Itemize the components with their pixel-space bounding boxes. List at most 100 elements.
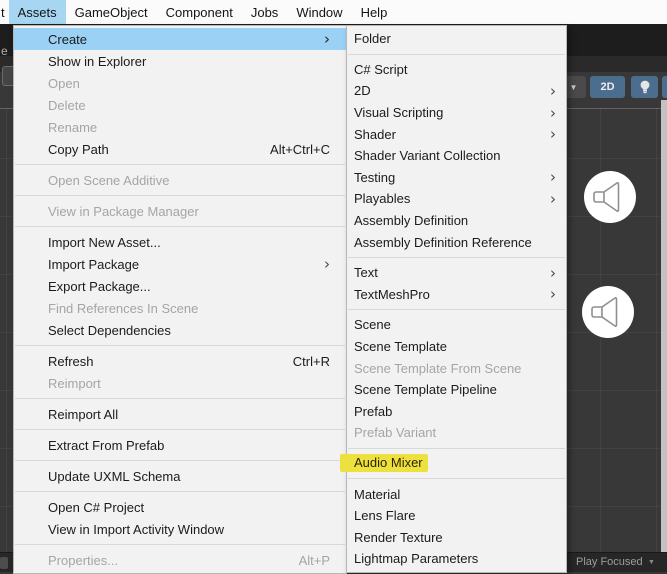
chevron-down-icon: ▼ [569, 82, 578, 92]
chevron-down-icon[interactable]: ▼ [648, 559, 655, 566]
menubar-item-window[interactable]: Window [287, 0, 351, 24]
menu-item-shortcut: Alt+Ctrl+C [270, 141, 330, 157]
menu-item-label: Select Dependencies [48, 322, 171, 338]
background-partial-text: e [1, 44, 8, 58]
menu-separator [348, 309, 565, 311]
menu-item-shader-variant-collection[interactable]: Shader Variant Collection [347, 145, 566, 167]
menu-item-prefab-variant[interactable]: Prefab Variant [347, 422, 566, 444]
menu-item-2d[interactable]: 2D › [347, 80, 566, 102]
menu-item-delete[interactable]: Delete [14, 94, 346, 116]
menu-item-label: Material [354, 486, 401, 502]
menu-item-label: Lens Flare [354, 508, 416, 524]
menubar-item-component[interactable]: Component [157, 0, 242, 24]
lighting-toggle-button[interactable] [631, 76, 658, 98]
scene-scrollbar[interactable] [661, 100, 667, 553]
menubar: t Assets GameObject Component Jobs Window Help [0, 0, 667, 24]
audio-source-gizmo[interactable] [581, 285, 635, 339]
menu-item-reimport[interactable]: Reimport [14, 372, 346, 394]
menu-separator [15, 226, 345, 227]
menu-item-label: Prefab [354, 403, 393, 419]
scene-grid-line [6, 108, 7, 553]
menu-item-material[interactable]: Material [347, 483, 566, 505]
menu-item-label: Visual Scripting [354, 105, 444, 121]
menu-item-copy-path[interactable]: Copy Path Alt+Ctrl+C [14, 138, 346, 160]
menu-item-create[interactable]: Create › [14, 28, 346, 50]
menu-item-lens-flare[interactable]: Lens Flare [347, 505, 566, 527]
menu-item-label: Refresh [48, 353, 94, 369]
menubar-item-gameobject[interactable]: GameObject [66, 0, 157, 24]
menu-item-label: Prefab Variant [354, 425, 437, 441]
submenu-arrow-icon: › [550, 189, 556, 208]
menu-item-label: Open Scene Additive [48, 172, 170, 188]
menu-item-text[interactable]: Text › [347, 262, 566, 284]
menu-item-scene[interactable]: Scene [347, 314, 566, 336]
submenu-arrow-icon: › [324, 30, 330, 48]
menubar-item-jobs[interactable]: Jobs [242, 0, 287, 24]
menu-item-label: C# Script [354, 61, 408, 77]
submenu-arrow-icon: › [550, 168, 556, 187]
menu-item-update-uxml-schema[interactable]: Update UXML Schema [14, 465, 346, 487]
menu-item-assembly-definition[interactable]: Assembly Definition [347, 210, 566, 232]
menu-item-show-in-explorer[interactable]: Show in Explorer [14, 50, 346, 72]
menu-item-find-references-in-scene[interactable]: Find References In Scene [14, 297, 346, 319]
menu-item-assembly-definition-reference[interactable]: Assembly Definition Reference [347, 231, 566, 253]
audio-toggle-button-partial[interactable] [662, 76, 667, 98]
menu-item-rename[interactable]: Rename [14, 116, 346, 138]
menu-item-import-package[interactable]: Import Package › [14, 253, 346, 275]
menu-item-scene-template[interactable]: Scene Template [347, 336, 566, 358]
menu-item-open[interactable]: Open [14, 72, 346, 94]
menu-item-view-in-package-manager[interactable]: View in Package Manager [14, 200, 346, 222]
menu-item-c-script[interactable]: C# Script [347, 59, 566, 81]
submenu-arrow-icon: › [550, 285, 556, 304]
menu-item-lightmap-parameters[interactable]: Lightmap Parameters [347, 548, 566, 570]
menu-item-open-c-project[interactable]: Open C# Project [14, 496, 346, 518]
menu-item-extract-from-prefab[interactable]: Extract From Prefab [14, 434, 346, 456]
menu-item-view-in-import-activity-window[interactable]: View in Import Activity Window [14, 518, 346, 540]
menu-item-import-new-asset[interactable]: Import New Asset... [14, 231, 346, 253]
menu-item-shader[interactable]: Shader › [347, 123, 566, 145]
menu-item-open-scene-additive[interactable]: Open Scene Additive [14, 169, 346, 191]
menu-item-label: Lightmap Parameters [354, 551, 479, 567]
menubar-item-help[interactable]: Help [352, 0, 397, 24]
create-submenu: Folder C# Script 2D › Visual Scripting › Shade… [340, 25, 567, 573]
play-focused-dropdown[interactable]: Play Focused [576, 556, 643, 568]
audio-source-gizmo[interactable] [583, 170, 637, 224]
menu-item-visual-scripting[interactable]: Visual Scripting › [347, 102, 566, 124]
menu-separator [15, 195, 345, 196]
menu-item-textmeshpro[interactable]: TextMeshPro › [347, 284, 566, 306]
menu-item-testing[interactable]: Testing › [347, 167, 566, 189]
menu-item-scene-template-pipeline[interactable]: Scene Template Pipeline [347, 379, 566, 401]
submenu-arrow-icon: › [550, 103, 556, 122]
menu-item-scene-template-from-scene[interactable]: Scene Template From Scene [347, 357, 566, 379]
menu-item-label: Find References In Scene [48, 300, 199, 316]
menu-item-prefab[interactable]: Prefab [347, 401, 566, 423]
menu-separator [15, 460, 345, 461]
submenu-arrow-icon: › [550, 125, 556, 144]
menu-item-label: View in Import Activity Window [48, 521, 225, 537]
menu-item-render-texture[interactable]: Render Texture [347, 526, 566, 548]
menubar-item-t[interactable]: t [0, 0, 9, 24]
menu-item-label: Update UXML Schema [48, 468, 181, 484]
2d-toggle-button[interactable]: 2D [590, 76, 625, 98]
menu-item-refresh[interactable]: Refresh Ctrl+R [14, 350, 346, 372]
menu-item-label: Properties... [48, 552, 119, 568]
menu-item-export-package[interactable]: Export Package... [14, 275, 346, 297]
menu-item-reimport-all[interactable]: Reimport All [14, 403, 346, 425]
menubar-item-assets[interactable]: Assets [8, 0, 66, 24]
menu-item-properties[interactable]: Properties... Alt+P [14, 549, 346, 571]
menu-item-label: Import New Asset... [48, 234, 161, 250]
menu-item-folder[interactable]: Folder [347, 28, 566, 50]
menu-item-label: Testing [354, 169, 396, 185]
menu-item-audio-mixer[interactable]: Audio Mixer [340, 453, 566, 475]
menu-separator [348, 478, 565, 480]
menu-item-label: Scene [354, 317, 391, 333]
menu-item-label: Export Package... [48, 278, 151, 294]
menu-item-select-dependencies[interactable]: Select Dependencies [14, 319, 346, 341]
submenu-arrow-icon: › [550, 81, 556, 100]
menu-item-label: Reimport [48, 375, 101, 391]
toolbar-icon-partial[interactable] [0, 557, 8, 569]
submenu-arrow-icon: › [324, 255, 330, 273]
menu-item-label: Open C# Project [48, 499, 145, 515]
menu-item-playables[interactable]: Playables › [347, 188, 566, 210]
menu-item-label: Create [48, 31, 88, 47]
